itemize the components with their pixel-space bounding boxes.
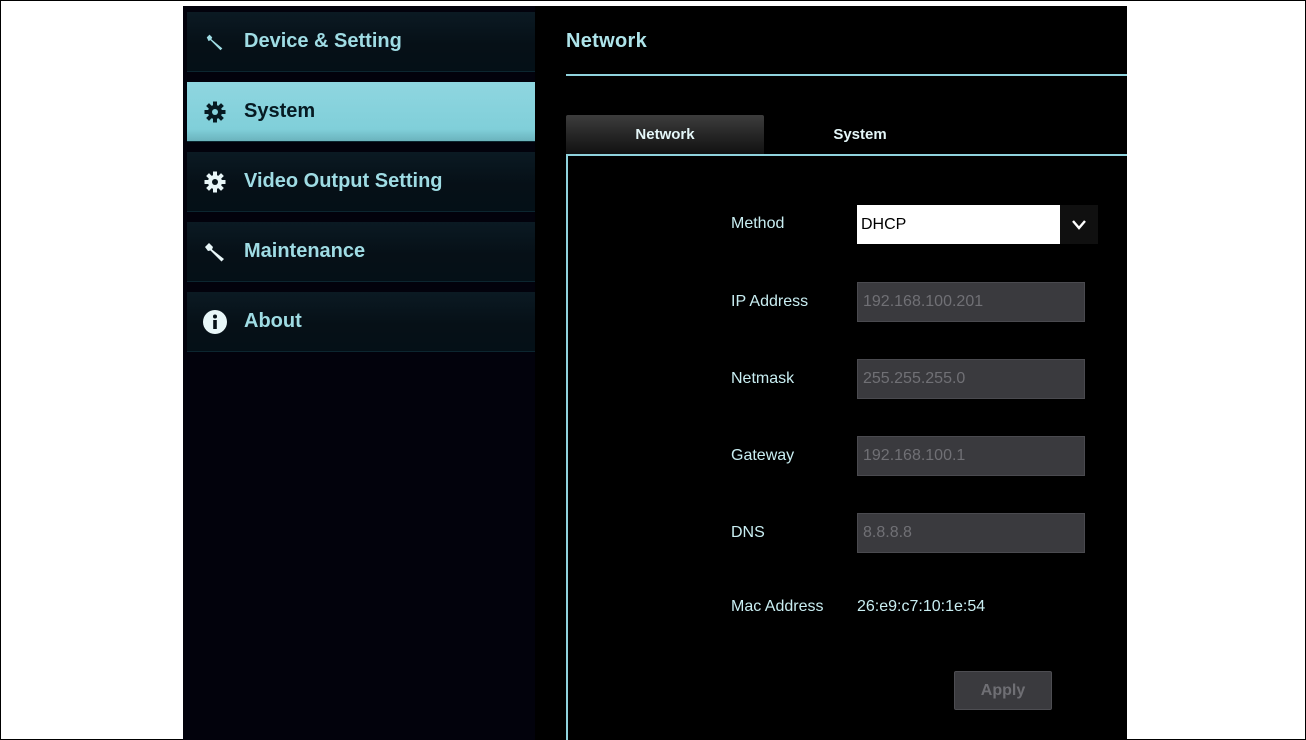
chevron-down-icon[interactable]: [1060, 205, 1098, 244]
sidebar-item-device-setting[interactable]: Device & Setting: [187, 12, 535, 72]
sidebar-item-maintenance[interactable]: Maintenance: [187, 222, 535, 282]
method-label: Method: [731, 215, 785, 232]
gateway-label: Gateway: [731, 447, 795, 464]
gear-icon: [202, 99, 228, 125]
gear-icon: [202, 169, 228, 195]
mac-address-label: Mac Address: [731, 598, 824, 615]
dns-label: DNS: [731, 524, 765, 541]
sidebar-item-label: About: [244, 310, 302, 332]
sidebar-item-about[interactable]: About: [187, 292, 535, 352]
netmask-label: Netmask: [731, 370, 795, 387]
apply-button[interactable]: Apply: [954, 671, 1052, 710]
sidebar: Device & Setting System Video Output Set…: [183, 6, 535, 740]
main-content: Network Network System Method DHCP IP Ad…: [535, 6, 1127, 740]
method-select[interactable]: DHCP: [857, 205, 1098, 244]
ip-address-label: IP Address: [731, 293, 809, 310]
sidebar-item-label: Device & Setting: [244, 30, 402, 52]
method-select-value: DHCP: [861, 215, 907, 233]
ip-address-field[interactable]: [857, 282, 1085, 322]
netmask-field[interactable]: [857, 359, 1085, 399]
sidebar-item-system[interactable]: System: [187, 82, 535, 142]
sidebar-item-video-output-setting[interactable]: Video Output Setting: [187, 152, 535, 212]
dns-field[interactable]: [857, 513, 1085, 553]
wrench-icon: [202, 29, 228, 55]
info-icon: [202, 309, 228, 335]
tab-system[interactable]: System: [775, 115, 945, 154]
sidebar-item-label: System: [244, 100, 316, 122]
wrench-icon: [202, 239, 228, 265]
app-window: Device & Setting System Video Output Set…: [183, 6, 1127, 740]
sidebar-item-label: Video Output Setting: [244, 170, 443, 192]
gateway-field[interactable]: [857, 436, 1085, 476]
page-title: Network: [566, 30, 648, 52]
tab-network[interactable]: Network: [566, 115, 764, 154]
mac-address-value: 26:e9:c7:10:1e:54: [857, 598, 986, 615]
title-divider: [566, 74, 1127, 76]
sidebar-item-label: Maintenance: [244, 240, 366, 262]
